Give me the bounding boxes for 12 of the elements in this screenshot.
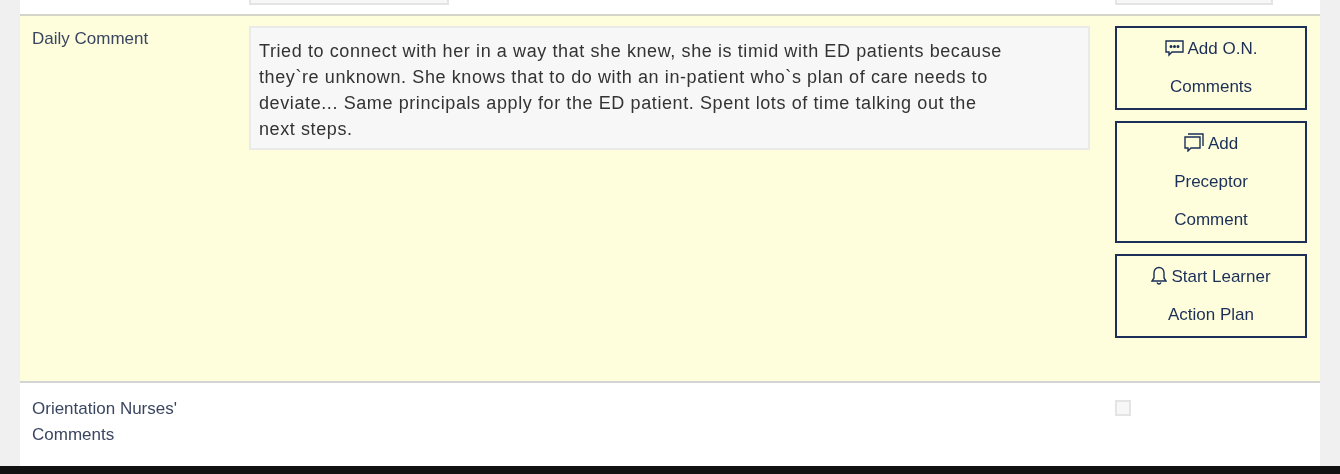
row-label: Orientation Nurses' Comments [32, 398, 178, 446]
comment-icon [1164, 40, 1184, 57]
action-button[interactable]: Add O.N. Comments [1115, 26, 1307, 110]
row-label: Daily Comment [32, 28, 150, 50]
input-field[interactable] [1115, 0, 1273, 5]
comment-text: Tried to connect with her in a way that she knew, she is timid with ED patients because they`re unknown. She knows that to do with an in-patient who`s plan of care needs to deviate... Same principals apply for the ED patient. Spent lots of time talking out the next steps. [249, 26, 1090, 150]
checkbox[interactable] [1115, 400, 1131, 416]
comments-icon [1183, 133, 1204, 152]
bell-icon [1151, 266, 1168, 285]
action-button[interactable]: Start Learner Action Plan [1115, 254, 1307, 338]
action-button[interactable]: Add Preceptor Comment [1115, 121, 1307, 243]
input-field[interactable] [249, 0, 449, 5]
